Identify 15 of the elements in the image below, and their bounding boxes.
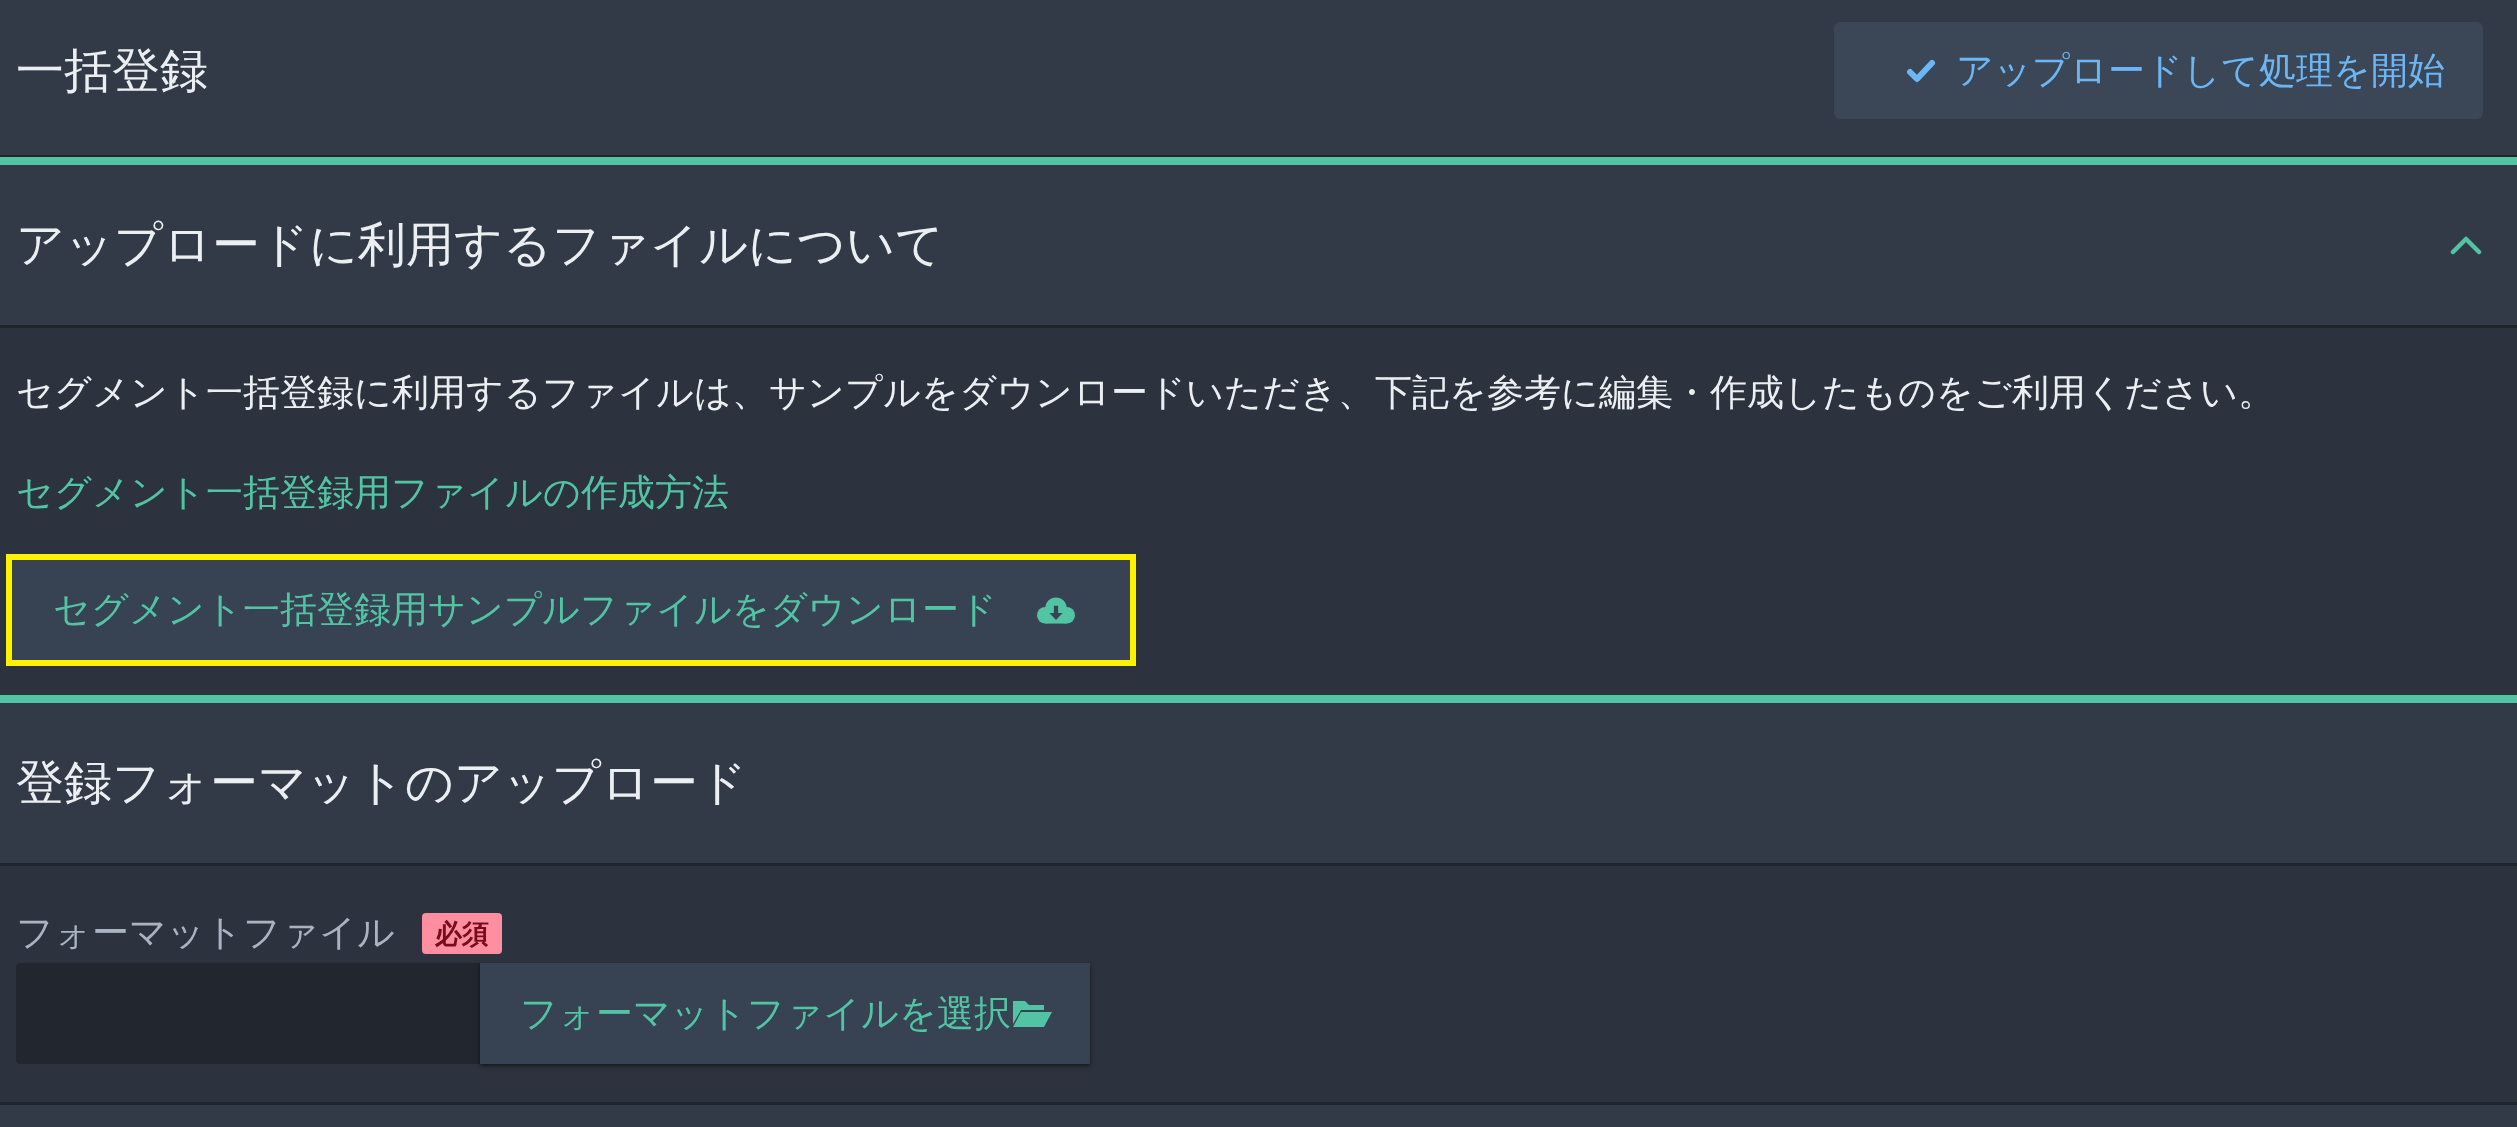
- page-title: 一括登録: [16, 41, 208, 100]
- section-title: 登録フォーマットのアップロード: [16, 754, 747, 812]
- select-file-button[interactable]: フォーマットファイルを選択: [480, 963, 1090, 1064]
- file-name-field[interactable]: [16, 963, 480, 1064]
- cloud-download-icon: [1037, 596, 1075, 624]
- how-to-link[interactable]: セグメント一括登録用ファイルの作成方法: [16, 465, 729, 521]
- chevron-up-icon[interactable]: [2450, 235, 2482, 255]
- check-icon: [1906, 58, 1936, 83]
- required-badge: 必須: [422, 912, 502, 954]
- folder-icon: [1011, 998, 1053, 1029]
- field-label: フォーマットファイル: [16, 911, 395, 955]
- section-title: アップロードに利用するファイルについて: [16, 216, 944, 274]
- start-upload-button[interactable]: アップロードして処理を開始: [1834, 22, 2483, 119]
- download-sample-button[interactable]: セグメント一括登録用サンプルファイルをダウンロード: [6, 554, 1136, 666]
- description-text: セグメント一括登録に利用するファイルは、サンプルをダウンロードいただき、下記を参考に編集・作成したものをご利用ください。: [16, 370, 2276, 416]
